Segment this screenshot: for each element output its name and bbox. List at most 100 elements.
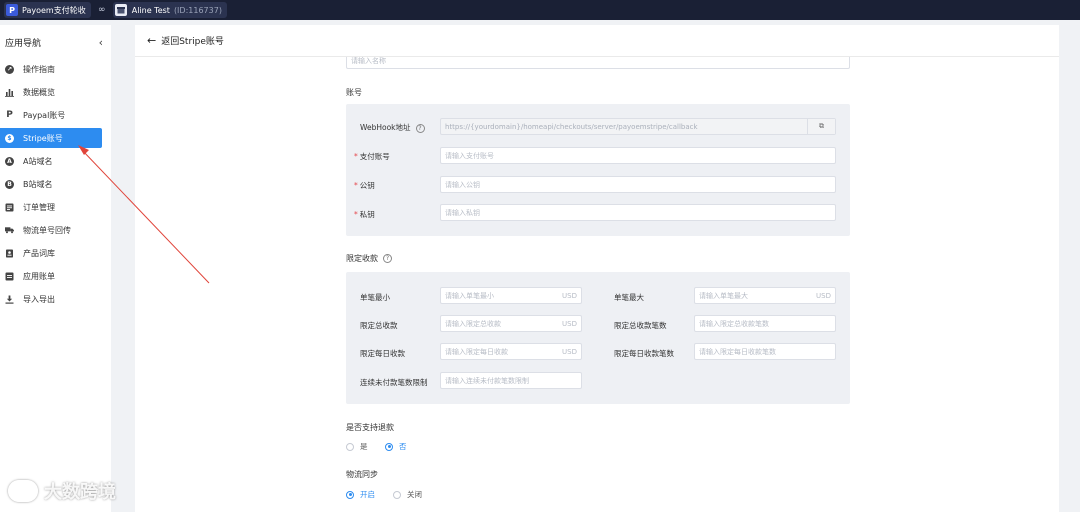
sidebar-item-bills[interactable]: 应用账单	[0, 266, 102, 286]
currency-suffix: USD	[562, 291, 577, 300]
watermark: 大数跨境	[8, 478, 116, 504]
refund-title: 是否支持退款	[346, 423, 394, 432]
store-switcher[interactable]: Aline Test (ID:116737)	[112, 2, 227, 18]
app-name: Payoem支付轮收	[22, 5, 86, 15]
chevron-left-icon[interactable]: ‹	[99, 36, 103, 49]
sidebar-item-label: 产品词库	[23, 248, 55, 258]
pay-account-input[interactable]: 请输入支付账号	[440, 147, 836, 164]
radio-circle-selected	[385, 442, 393, 451]
private-key-placeholder: 请输入私钥	[445, 208, 480, 217]
sidebar-item-label: 数据概览	[23, 87, 55, 97]
sidebar-item-overview[interactable]: 数据概览	[0, 82, 102, 102]
unpaid-limit-label: 连续未付款笔数限制	[360, 378, 428, 387]
copy-icon[interactable]: ⧉	[807, 119, 835, 134]
link-icon: ∞	[97, 5, 106, 15]
account-section-title: 账号	[346, 88, 362, 97]
product-book-icon	[5, 249, 14, 258]
b-site-icon: B	[5, 179, 14, 189]
bar-chart-icon	[5, 88, 14, 97]
sidebar-item-label: 订单管理	[23, 202, 55, 212]
a-site-icon: A	[5, 156, 14, 166]
single-min-label: 单笔最小	[360, 293, 390, 302]
back-label: 返回Stripe账号	[161, 37, 224, 47]
sidebar-item-tracking[interactable]: 物流单号回传	[0, 220, 102, 240]
total-count-label: 限定总收款笔数	[614, 321, 667, 330]
unpaid-limit-input[interactable]: 请输入连续未付款笔数限制	[440, 372, 582, 389]
sidebar: 应用导航 ‹ ↗ 操作指南 数据概览 P Paypal账号 $ Stripe账号…	[0, 25, 111, 512]
sidebar-item-label: A站域名	[23, 156, 53, 166]
single-max-input[interactable]: 请输入单笔最大 USD	[694, 287, 836, 304]
question-icon[interactable]: ?	[383, 254, 392, 263]
single-max-label: 单笔最大	[614, 293, 644, 302]
truck-icon	[5, 226, 14, 235]
daily-count-input[interactable]: 请输入限定每日收款笔数	[694, 343, 836, 360]
stripe-icon: $	[5, 133, 14, 143]
sidebar-item-b-site[interactable]: B B站域名	[0, 174, 102, 194]
public-key-placeholder: 请输入公钥	[445, 180, 480, 189]
private-key-label: * 私钥	[354, 210, 375, 219]
daily-count-label: 限定每日收款笔数	[614, 349, 674, 358]
sidebar-item-label: 应用账单	[23, 271, 55, 281]
sidebar-item-product-words[interactable]: 产品词库	[0, 243, 102, 263]
bill-icon	[5, 272, 14, 281]
name-input-placeholder: 请输入名称	[351, 57, 386, 65]
sidebar-item-label: Paypal账号	[23, 110, 66, 120]
total-count-input[interactable]: 请输入限定总收款笔数	[694, 315, 836, 332]
paypal-icon: P	[6, 110, 13, 120]
arrow-left-icon: ←	[147, 34, 157, 47]
sidebar-item-label: 导入导出	[23, 294, 55, 304]
radio-circle	[346, 442, 354, 451]
sidebar-item-import-export[interactable]: 导入导出	[0, 289, 102, 309]
sidebar-item-label: B站域名	[23, 179, 53, 189]
daily-amount-input[interactable]: 请输入限定每日收款 USD	[440, 343, 582, 360]
top-bar: P Payoem支付轮收 ∞ Aline Test (ID:116737)	[0, 0, 1080, 20]
private-key-input[interactable]: 请输入私钥	[440, 204, 836, 221]
sidebar-item-orders[interactable]: 订单管理	[0, 197, 102, 217]
sidebar-item-paypal[interactable]: P Paypal账号	[0, 105, 102, 125]
logistics-on-radio[interactable]: 开启	[346, 489, 375, 500]
limits-section-title: 限定收款?	[346, 253, 392, 264]
logistics-off-radio[interactable]: 关闭	[393, 489, 422, 500]
radio-circle	[393, 490, 401, 499]
main-panel: ← 返回Stripe账号 请输入名称 账号 WebHook地址? https:/…	[135, 25, 1059, 512]
currency-suffix: USD	[816, 291, 831, 300]
sidebar-item-a-site[interactable]: A A站域名	[0, 151, 102, 171]
watermark-text: 大数跨境	[44, 482, 116, 503]
sidebar-item-label: 操作指南	[23, 64, 55, 74]
webhook-url-field[interactable]: https://{yourdomain}/homeapi/checkouts/s…	[440, 118, 836, 135]
currency-suffix: USD	[562, 347, 577, 356]
download-icon	[5, 295, 14, 304]
daily-amount-label: 限定每日收款	[360, 349, 405, 358]
app-switcher[interactable]: P Payoem支付轮收	[4, 2, 91, 18]
store-icon	[114, 4, 127, 16]
order-list-icon	[5, 203, 14, 212]
public-key-input[interactable]: 请输入公钥	[440, 176, 836, 193]
pay-account-placeholder: 请输入支付账号	[445, 151, 494, 160]
logistics-sync-title: 物流同步	[346, 470, 378, 479]
total-amount-label: 限定总收款	[360, 321, 398, 330]
webhook-url-value: https://{yourdomain}/homeapi/checkouts/s…	[445, 122, 698, 131]
watermark-logo-icon	[8, 480, 38, 502]
single-min-input[interactable]: 请输入单笔最小 USD	[440, 287, 582, 304]
public-key-label: * 公钥	[354, 181, 375, 190]
sidebar-item-stripe[interactable]: $ Stripe账号	[0, 128, 102, 148]
sidebar-item-label: Stripe账号	[23, 133, 63, 143]
compass-icon: ↗	[5, 64, 14, 74]
question-icon[interactable]: ?	[415, 123, 425, 133]
pay-account-label: * 支付账号	[354, 152, 390, 161]
sidebar-item-guide[interactable]: ↗ 操作指南	[0, 59, 102, 79]
total-amount-input[interactable]: 请输入限定总收款 USD	[440, 315, 582, 332]
store-id: (ID:116737)	[173, 5, 222, 15]
radio-circle-selected	[346, 490, 354, 499]
refund-no-radio[interactable]: 否	[385, 441, 407, 452]
sidebar-item-label: 物流单号回传	[23, 225, 71, 235]
currency-suffix: USD	[562, 319, 577, 328]
store-name: Aline Test	[131, 5, 170, 15]
back-to-stripe-link[interactable]: ← 返回Stripe账号	[135, 25, 1059, 57]
sidebar-header: 应用导航 ‹	[0, 25, 111, 59]
webhook-label: WebHook地址?	[360, 122, 425, 133]
sidebar-title: 应用导航	[5, 38, 42, 49]
refund-yes-radio[interactable]: 是	[346, 441, 368, 452]
scroll-gutter	[1059, 25, 1080, 512]
app-logo-icon: P	[6, 4, 18, 16]
